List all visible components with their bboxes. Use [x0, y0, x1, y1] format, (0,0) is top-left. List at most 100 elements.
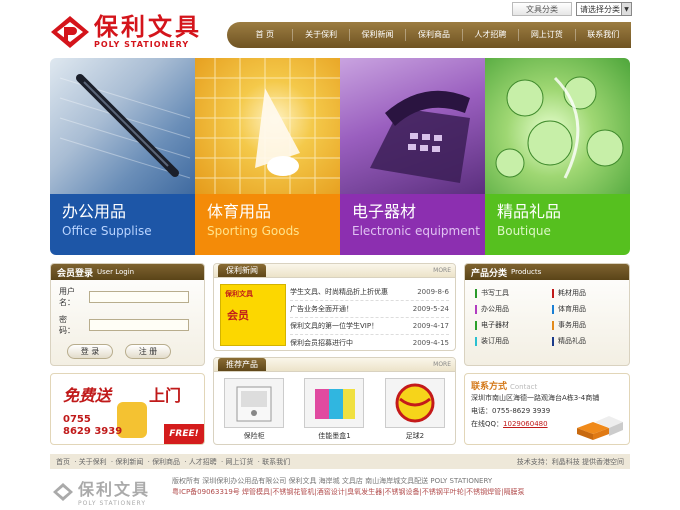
banner-office-en: Office Supplise: [62, 224, 152, 238]
footer-link-jobs[interactable]: 人才招聘: [189, 458, 217, 466]
footer-link-contact[interactable]: 联系我们: [262, 458, 290, 466]
tech-support-text: 技术支持：利晶科技 提供香港空间: [516, 457, 624, 466]
login-title: 会员登录: [57, 268, 94, 279]
banner-electronics[interactable]: 电子器材 Electronic equipment: [340, 58, 485, 255]
category-banner: 办公用品 Office Supplise 体育用品 Sporting Goods: [50, 58, 630, 255]
news-date: 2009-5-24: [412, 305, 449, 313]
nav-home[interactable]: 首 页: [237, 29, 292, 41]
category-label: 精品礼品: [558, 337, 586, 345]
register-button[interactable]: 注 册: [125, 344, 171, 359]
nav-jobs[interactable]: 人才招聘: [461, 29, 518, 41]
banner-gifts-cn: 精品礼品: [497, 202, 562, 221]
news-tab[interactable]: 保利新闻: [218, 264, 266, 277]
category-marker: [475, 304, 477, 314]
news-title: 保利文具的第一位学生VIP！: [290, 322, 379, 330]
news-thumbnail[interactable]: 保利文具 会员: [220, 284, 286, 346]
category-label: 办公用品: [481, 305, 509, 313]
password-label: 密 码：: [59, 315, 75, 335]
nav-news[interactable]: 保利新闻: [348, 29, 405, 41]
category-link[interactable]: 耗材用品: [552, 288, 629, 298]
banner-sports[interactable]: 体育用品 Sporting Goods: [195, 58, 340, 255]
contact-title-en: Contact: [510, 383, 538, 391]
category-marker: [552, 336, 554, 346]
login-button[interactable]: 登 录: [67, 344, 113, 359]
chevron-down-icon[interactable]: ▼: [621, 3, 631, 15]
safe-image: [224, 378, 285, 428]
recommended-box: 推荐产品 MORE 保险柜 佳能墨盒1 足球2: [213, 357, 456, 445]
category-label: 体育用品: [558, 305, 586, 313]
recommended-tab[interactable]: 推荐产品: [218, 358, 266, 371]
footer-nav: 首页 · 关于保利 · 保利新闻 · 保利商品 · 人才招聘 · 网上订货 · …: [50, 454, 630, 469]
top-toolbar: 文具分类 请选择分类 ▼: [512, 2, 632, 16]
football-image: [384, 378, 445, 428]
username-label: 用户名：: [59, 287, 75, 307]
categories-header: 产品分类 Products: [465, 264, 629, 280]
nav-contact[interactable]: 联系我们: [574, 29, 631, 41]
list-item[interactable]: 保利会员招募进行中 2009-4-15: [290, 335, 449, 350]
footer-link-home[interactable]: 首页: [56, 458, 70, 466]
password-input[interactable]: [89, 319, 189, 331]
news-box: 保利新闻 MORE 保利文具 会员 学生文具、时尚精品折上折优惠 2009-8-…: [213, 263, 456, 351]
category-label: 事务用品: [558, 321, 586, 329]
banner-gifts-en: Boutique: [497, 224, 551, 238]
category-select[interactable]: 请选择分类 ▼: [576, 2, 632, 16]
category-link[interactable]: 书写工具: [475, 288, 552, 298]
news-title: 广告业务全面开通！: [290, 305, 353, 313]
news-title: 学生文具、时尚精品折上折优惠: [290, 288, 388, 296]
nav-about[interactable]: 关于保利: [292, 29, 348, 41]
product-item[interactable]: 佳能墨盒1: [303, 378, 365, 441]
qq-link[interactable]: 1029060480: [503, 420, 548, 428]
logo-en-text: POLY STATIONERY: [94, 40, 190, 49]
promo-phone-number: 8629 3939: [63, 426, 123, 437]
banner-sports-en: Sporting Goods: [207, 224, 300, 238]
username-input[interactable]: [89, 291, 189, 303]
list-item[interactable]: 学生文具、时尚精品折上折优惠 2009-8-6: [290, 284, 449, 301]
category-link[interactable]: 装订用品: [475, 336, 552, 346]
footer-logo-cn: 保利文具: [78, 480, 151, 499]
category-link[interactable]: 事务用品: [552, 320, 629, 330]
footer-link-order[interactable]: 网上订货: [225, 458, 253, 466]
contact-header: 联系方式 Contact: [471, 379, 623, 392]
login-title-en: User Login: [97, 268, 135, 276]
nav-products[interactable]: 保利商品: [405, 29, 461, 41]
footer-logo-icon: [53, 482, 73, 501]
news-date: 2009-4-15: [412, 339, 449, 347]
product-item[interactable]: 保险柜: [223, 378, 285, 441]
news-thumb-brand: 保利文具: [225, 290, 253, 298]
category-marker: [552, 288, 554, 298]
footer-link-about[interactable]: 关于保利: [79, 458, 107, 466]
category-label: 书写工具: [481, 289, 509, 297]
category-link[interactable]: 精品礼品: [552, 336, 629, 346]
banner-gifts[interactable]: 精品礼品 Boutique: [485, 58, 630, 255]
category-link[interactable]: 办公用品: [475, 304, 552, 314]
footer-keywords: 粤ICP备09063319号 焊管模具|不锈钢花管机|酒窖设计|臭氧发生器|不锈…: [172, 488, 525, 496]
product-label: 足球2: [405, 432, 425, 440]
banner-office[interactable]: 办公用品 Office Supplise: [50, 58, 195, 255]
news-more-link[interactable]: MORE: [433, 267, 451, 274]
category-select-value: 请选择分类: [580, 4, 620, 14]
banner-sports-cn: 体育用品: [207, 202, 272, 221]
category-button[interactable]: 文具分类: [512, 2, 572, 16]
list-item[interactable]: 广告业务全面开通！ 2009-5-24: [290, 301, 449, 318]
footer-logo: 保利文具 POLY STATIONERY: [52, 476, 150, 507]
list-item[interactable]: 保利文具的第一位学生VIP！ 2009-4-17: [290, 318, 449, 335]
category-link[interactable]: 电子器材: [475, 320, 552, 330]
category-link[interactable]: 体育用品: [552, 304, 629, 314]
product-label: 保险柜: [243, 432, 265, 440]
category-label: 耗材用品: [558, 289, 586, 297]
free-delivery-promo[interactable]: 免费送 上门 0755 8629 3939 FREE!: [50, 373, 205, 445]
footer-link-products[interactable]: 保利商品: [152, 458, 180, 466]
site-logo[interactable]: 保利文具 POLY STATIONERY: [50, 14, 202, 49]
news-date: 2009-8-6: [417, 288, 449, 296]
footer-link-news[interactable]: 保利新闻: [115, 458, 143, 466]
shuttlecock-photo: [195, 58, 340, 194]
qq-label: 在线QQ：: [471, 420, 504, 428]
nav-order[interactable]: 网上订货: [518, 29, 574, 41]
product-item[interactable]: 足球2: [384, 378, 446, 441]
recommended-more-link[interactable]: MORE: [433, 361, 451, 368]
product-label: 佳能墨盒1: [318, 432, 351, 440]
main-nav: 首 页 关于保利 保利新闻 保利商品 人才招聘 网上订货 联系我们: [227, 22, 631, 48]
promo-line2: 上门: [149, 386, 182, 405]
contact-address: 深圳市南山区海德一路观海台A栋3-4商铺: [471, 394, 600, 402]
promo-free-badge: FREE!: [164, 424, 204, 444]
